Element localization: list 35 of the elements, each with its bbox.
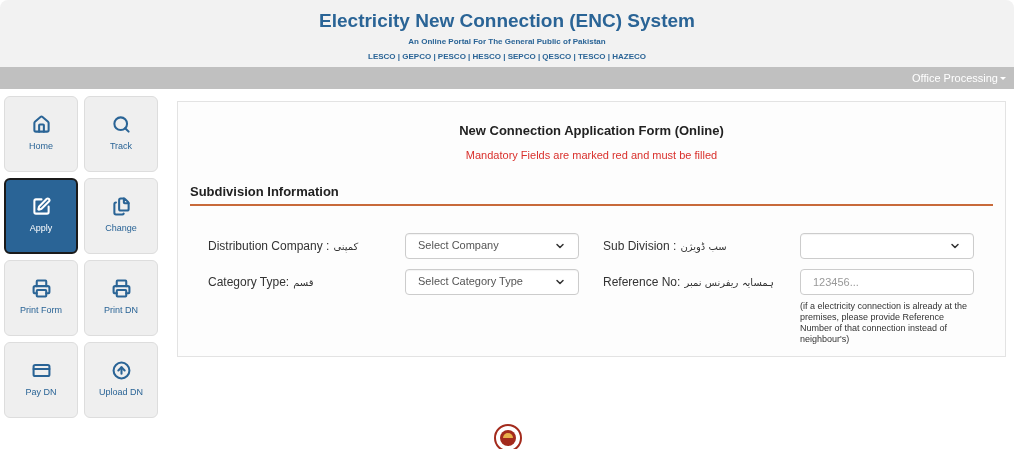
urdu-label: قسم [293,275,314,290]
site-title: Electricity New Connection (ENC) System [319,10,695,32]
input-field[interactable]: 123456... [800,268,974,295]
nav-tile[interactable]: Home [4,96,78,172]
form-title: New Connection Application Form (Online) [458,122,725,140]
urdu-label: ہمسایہ ریفرنس نمبر [684,275,775,290]
select-field[interactable] [800,232,974,259]
section-heading: Subdivision Information [190,182,993,206]
documents-icon [111,196,131,216]
search-icon [111,114,131,134]
mandatory-notice: Mandatory Fields are marked red and must be filled [464,147,719,163]
edit-icon [31,196,51,216]
nav-tile[interactable]: Upload DN [84,342,158,418]
nav-tile[interactable]: Apply [4,178,78,254]
site-subtitle: An Online Portal For The General Public of Pakistan [408,36,606,48]
nav-tile[interactable]: Pay DN [4,342,78,418]
nav-tile[interactable]: Change [84,178,158,254]
caret-icon [1000,76,1006,80]
field-label: Category Type: [208,273,290,291]
upload-icon [111,360,131,380]
nav-tile[interactable]: Track [84,96,158,172]
printer-icon [111,278,131,298]
urdu-label: سب ڈویژن [680,239,727,254]
urdu-label: کمپنی [333,239,359,254]
field-label: Sub Division : [603,237,677,255]
help-text: (if a electricity connection is already at the premises, please provide Reference Number of that connection instead of neighbour's) [800,300,969,345]
nav-tile[interactable]: Print Form [4,260,78,336]
select-field[interactable]: Select Company [405,232,579,259]
field-label: Reference No: [603,273,681,291]
home-icon [31,114,51,134]
field-label: Distribution Company : [208,237,330,255]
select-field[interactable]: Select Category Type [405,268,579,295]
company-list: LESCO | GEPCO | PESCO | HESCO | SEPCO | QESCO | TESCO | HAZECO [368,51,646,63]
printer-icon [31,278,51,298]
nav-tile[interactable]: Print DN [84,260,158,336]
